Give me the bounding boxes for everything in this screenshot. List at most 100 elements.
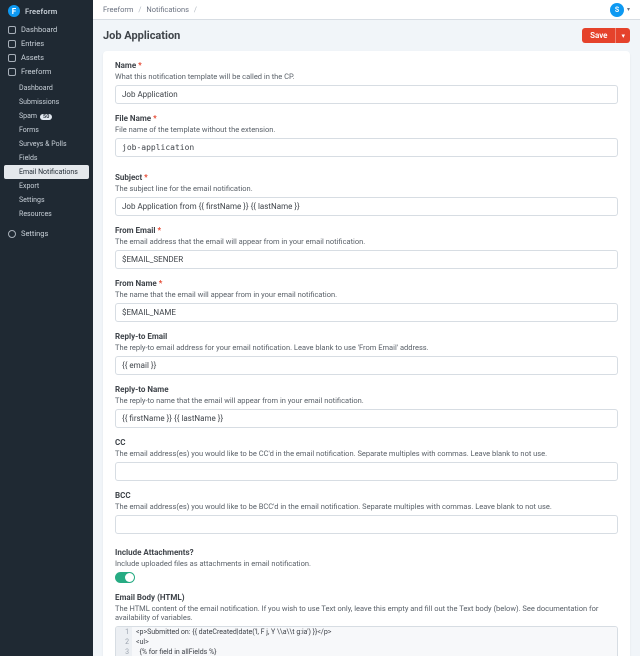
line-number: 3 xyxy=(116,647,132,656)
input-subject[interactable] xyxy=(115,197,618,216)
help-from-email: The email address that the email will ap… xyxy=(115,237,618,246)
page-title: Job Application xyxy=(103,29,180,42)
label-reply-name: Reply-to Name xyxy=(115,385,618,394)
line-number: 1 xyxy=(116,627,132,637)
list-icon xyxy=(8,40,16,48)
sidebar-item-spam[interactable]: Spam50 xyxy=(0,109,93,123)
crumb-sep: / xyxy=(138,5,141,14)
freeform-subnav: DashboardSubmissionsSpam50FormsSurveys &… xyxy=(0,79,93,223)
sidebar-item-surveys-polls[interactable]: Surveys & Polls xyxy=(0,137,93,151)
nav-label: Entries xyxy=(21,40,44,48)
label-bcc: BCC xyxy=(115,491,618,500)
input-from-name[interactable] xyxy=(115,303,618,322)
nav-label: Dashboard xyxy=(21,26,57,34)
nav-label: Freeform xyxy=(21,68,51,76)
crumb-notifications[interactable]: Notifications xyxy=(146,5,189,14)
sidebar-item-email-notifications[interactable]: Email Notifications xyxy=(4,165,89,179)
help-attachments: Include uploaded files as attachments in… xyxy=(115,559,618,568)
nav-label: Assets xyxy=(21,54,44,62)
save-group: Save ▾ xyxy=(582,28,630,43)
label-cc: CC xyxy=(115,438,618,447)
sidebar-item-settings[interactable]: Settings xyxy=(0,193,93,207)
nav-settings[interactable]: Settings xyxy=(0,227,93,241)
gear-icon xyxy=(8,230,16,238)
help-from-name: The name that the email will appear from… xyxy=(115,290,618,299)
nav-assets[interactable]: Assets xyxy=(0,51,93,65)
code-line[interactable]: 2<ul> xyxy=(116,637,617,647)
code-text: <ul> xyxy=(132,637,617,647)
field-bcc: BCC The email address(es) you would like… xyxy=(115,491,618,534)
badge: 50 xyxy=(40,114,52,120)
field-name: Name What this notification template wil… xyxy=(115,61,618,104)
line-number: 2 xyxy=(116,637,132,647)
sidebar-item-submissions[interactable]: Submissions xyxy=(0,95,93,109)
label-reply-email: Reply-to Email xyxy=(115,332,618,341)
label-body-html: Email Body (HTML) xyxy=(115,593,618,602)
label-from-name: From Name xyxy=(115,279,618,288)
sidebar-item-dashboard[interactable]: Dashboard xyxy=(0,81,93,95)
sidebar-item-export[interactable]: Export xyxy=(0,179,93,193)
sidebar: F Freeform Dashboard Entries Assets Free… xyxy=(0,0,93,656)
chevron-down-icon: ▾ xyxy=(627,6,630,13)
form-card: Name What this notification template wil… xyxy=(103,51,630,656)
input-filename[interactable] xyxy=(115,138,618,157)
label-from-email: From Email xyxy=(115,226,618,235)
crumb-sep: / xyxy=(194,5,197,14)
label-attachments: Include Attachments? xyxy=(115,548,618,557)
code-editor-html[interactable]: 1<p>Submitted on: {{ dateCreated|date('l… xyxy=(115,626,618,656)
sidebar-item-fields[interactable]: Fields xyxy=(0,151,93,165)
code-text: {% for field in allFields %} xyxy=(132,647,617,656)
label-name: Name xyxy=(115,61,618,70)
content: Job Application Save ▾ Name What this no… xyxy=(93,20,640,656)
sidebar-item-resources[interactable]: Resources xyxy=(0,207,93,221)
save-dropdown-button[interactable]: ▾ xyxy=(615,28,630,43)
image-icon xyxy=(8,54,16,62)
code-line[interactable]: 1<p>Submitted on: {{ dateCreated|date('l… xyxy=(116,627,617,637)
field-reply-email: Reply-to Email The reply-to email addres… xyxy=(115,332,618,375)
topbar: Freeform / Notifications / S ▾ xyxy=(93,0,640,20)
toggle-attachments[interactable] xyxy=(115,572,135,583)
user-menu[interactable]: S ▾ xyxy=(610,3,630,17)
field-cc: CC The email address(es) you would like … xyxy=(115,438,618,481)
nav-label: Settings xyxy=(21,230,48,238)
field-attachments: Include Attachments? Include uploaded fi… xyxy=(115,548,618,583)
brand-name: Freeform xyxy=(25,7,57,16)
input-bcc[interactable] xyxy=(115,515,618,534)
input-name[interactable] xyxy=(115,85,618,104)
breadcrumb: Freeform / Notifications / xyxy=(103,5,200,14)
nav-dashboard[interactable]: Dashboard xyxy=(0,23,93,37)
field-subject: Subject The subject line for the email n… xyxy=(115,173,618,216)
field-body-html: Email Body (HTML) The HTML content of th… xyxy=(115,593,618,656)
help-body-html: The HTML content of the email notificati… xyxy=(115,604,618,622)
field-reply-name: Reply-to Name The reply-to name that the… xyxy=(115,385,618,428)
crumb-freeform[interactable]: Freeform xyxy=(103,5,133,14)
field-from-email: From Email The email address that the em… xyxy=(115,226,618,269)
page-header: Job Application Save ▾ xyxy=(103,28,630,43)
code-line[interactable]: 3 {% for field in allFields %} xyxy=(116,647,617,656)
brand-logo: F xyxy=(8,5,20,17)
nav-freeform[interactable]: Freeform xyxy=(0,65,93,79)
form-icon xyxy=(8,68,16,76)
brand: F Freeform xyxy=(0,0,93,23)
input-reply-name[interactable] xyxy=(115,409,618,428)
help-cc: The email address(es) you would like to … xyxy=(115,449,618,458)
help-subject: The subject line for the email notificat… xyxy=(115,184,618,193)
help-bcc: The email address(es) you would like to … xyxy=(115,502,618,511)
help-reply-name: The reply-to name that the email will ap… xyxy=(115,396,618,405)
input-reply-email[interactable] xyxy=(115,356,618,375)
help-filename: File name of the template without the ex… xyxy=(115,125,618,134)
help-name: What this notification template will be … xyxy=(115,72,618,81)
field-from-name: From Name The name that the email will a… xyxy=(115,279,618,322)
label-filename: File Name xyxy=(115,114,618,123)
save-button[interactable]: Save xyxy=(582,28,615,43)
input-cc[interactable] xyxy=(115,462,618,481)
sidebar-item-forms[interactable]: Forms xyxy=(0,123,93,137)
label-subject: Subject xyxy=(115,173,618,182)
avatar: S xyxy=(610,3,624,17)
nav-entries[interactable]: Entries xyxy=(0,37,93,51)
gauge-icon xyxy=(8,26,16,34)
help-reply-email: The reply-to email address for your emai… xyxy=(115,343,618,352)
field-filename: File Name File name of the template with… xyxy=(115,114,618,157)
code-text: <p>Submitted on: {{ dateCreated|date('l,… xyxy=(132,627,617,637)
input-from-email[interactable] xyxy=(115,250,618,269)
